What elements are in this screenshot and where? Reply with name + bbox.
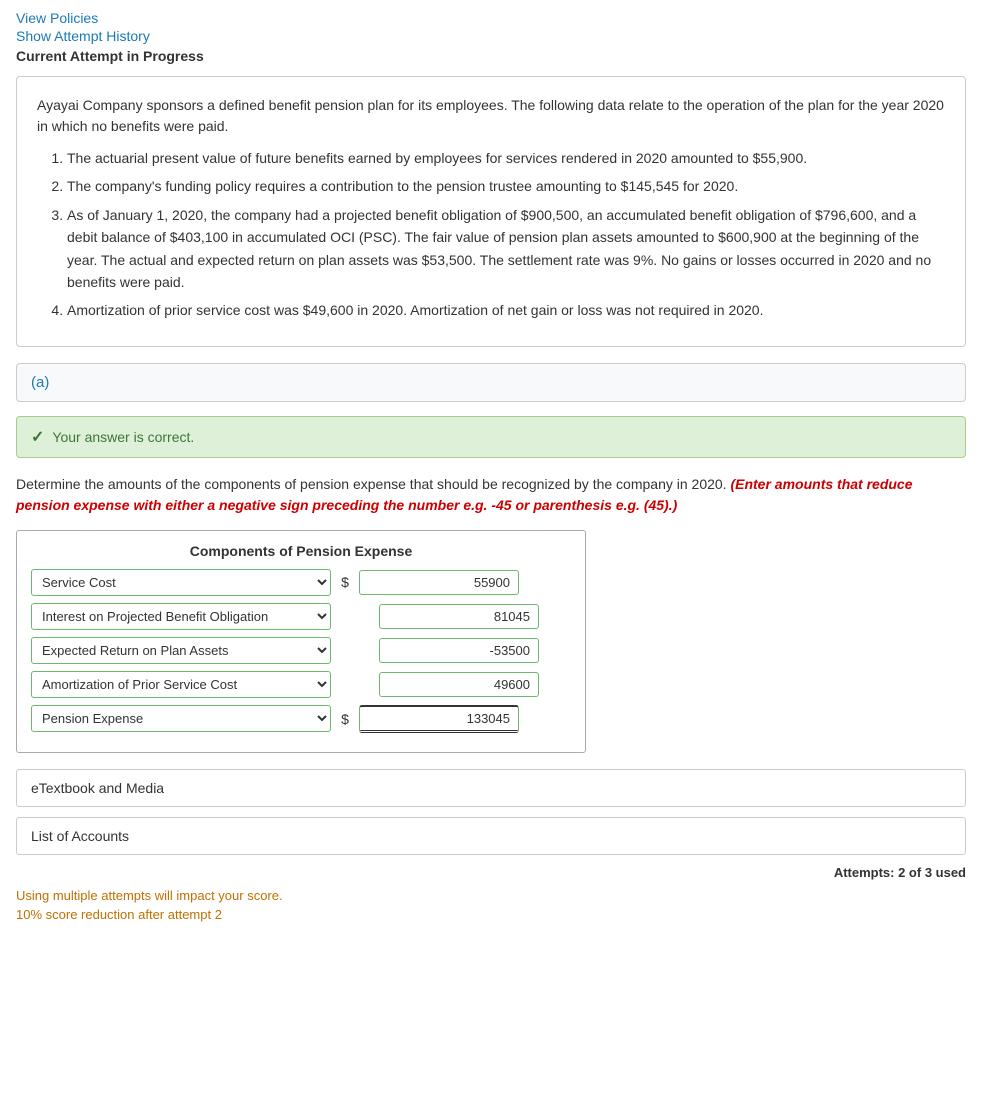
dollar-sign-5: $ [339, 711, 351, 727]
view-policies-link[interactable]: View Policies [16, 10, 966, 26]
score-warning-line1: Using multiple attempts will impact your… [16, 886, 966, 906]
expense-select[interactable]: Pension Expense [31, 705, 331, 732]
list-of-accounts-section[interactable]: List of Accounts [16, 817, 966, 855]
problem-box: Ayayai Company sponsors a defined benefi… [16, 76, 966, 347]
interest-input[interactable] [379, 604, 539, 629]
current-attempt-label: Current Attempt in Progress [16, 48, 966, 64]
interest-select[interactable]: Interest on Projected Benefit Obligation [31, 603, 331, 630]
problem-intro: Ayayai Company sponsors a defined benefi… [37, 95, 945, 137]
correct-text: Your answer is correct. [52, 429, 194, 445]
problem-item-2: The company's funding policy requires a … [67, 175, 945, 197]
score-warning-line2: 10% score reduction after attempt 2 [16, 905, 966, 925]
correct-banner: ✓ Your answer is correct. [16, 416, 966, 458]
instructions-main: Determine the amounts of the components … [16, 476, 727, 492]
checkmark-icon: ✓ [31, 427, 44, 447]
dollar-sign-1: $ [339, 574, 351, 590]
section-label-a: (a) [16, 363, 966, 402]
top-links-container: View Policies Show Attempt History [16, 10, 966, 44]
service-cost-select[interactable]: Service Cost [31, 569, 331, 596]
expense-input[interactable] [359, 705, 519, 733]
problem-list: The actuarial present value of future be… [67, 147, 945, 322]
pension-table: Components of Pension Expense Service Co… [16, 530, 586, 753]
pension-row-service-cost: Service Cost $ [31, 569, 571, 596]
show-attempt-history-link[interactable]: Show Attempt History [16, 28, 966, 44]
pension-row-amortization: Amortization of Prior Service Cost [31, 671, 571, 698]
etextbook-section[interactable]: eTextbook and Media [16, 769, 966, 807]
attempts-text: Attempts: 2 of 3 used [834, 865, 966, 880]
score-warning: Using multiple attempts will impact your… [16, 886, 966, 925]
problem-item-3: As of January 1, 2020, the company had a… [67, 204, 945, 294]
return-select[interactable]: Expected Return on Plan Assets [31, 637, 331, 664]
instructions-container: Determine the amounts of the components … [16, 474, 966, 516]
service-cost-input[interactable] [359, 570, 519, 595]
pension-row-interest: Interest on Projected Benefit Obligation [31, 603, 571, 630]
pension-row-expense: Pension Expense $ [31, 705, 571, 733]
return-input[interactable] [379, 638, 539, 663]
list-of-accounts-label: List of Accounts [31, 828, 129, 844]
amortization-select[interactable]: Amortization of Prior Service Cost [31, 671, 331, 698]
pension-row-return: Expected Return on Plan Assets [31, 637, 571, 664]
amortization-input[interactable] [379, 672, 539, 697]
problem-item-4: Amortization of prior service cost was $… [67, 299, 945, 321]
pension-table-title: Components of Pension Expense [31, 543, 571, 559]
attempts-row: Attempts: 2 of 3 used [16, 865, 966, 880]
etextbook-label: eTextbook and Media [31, 780, 164, 796]
problem-item-1: The actuarial present value of future be… [67, 147, 945, 169]
